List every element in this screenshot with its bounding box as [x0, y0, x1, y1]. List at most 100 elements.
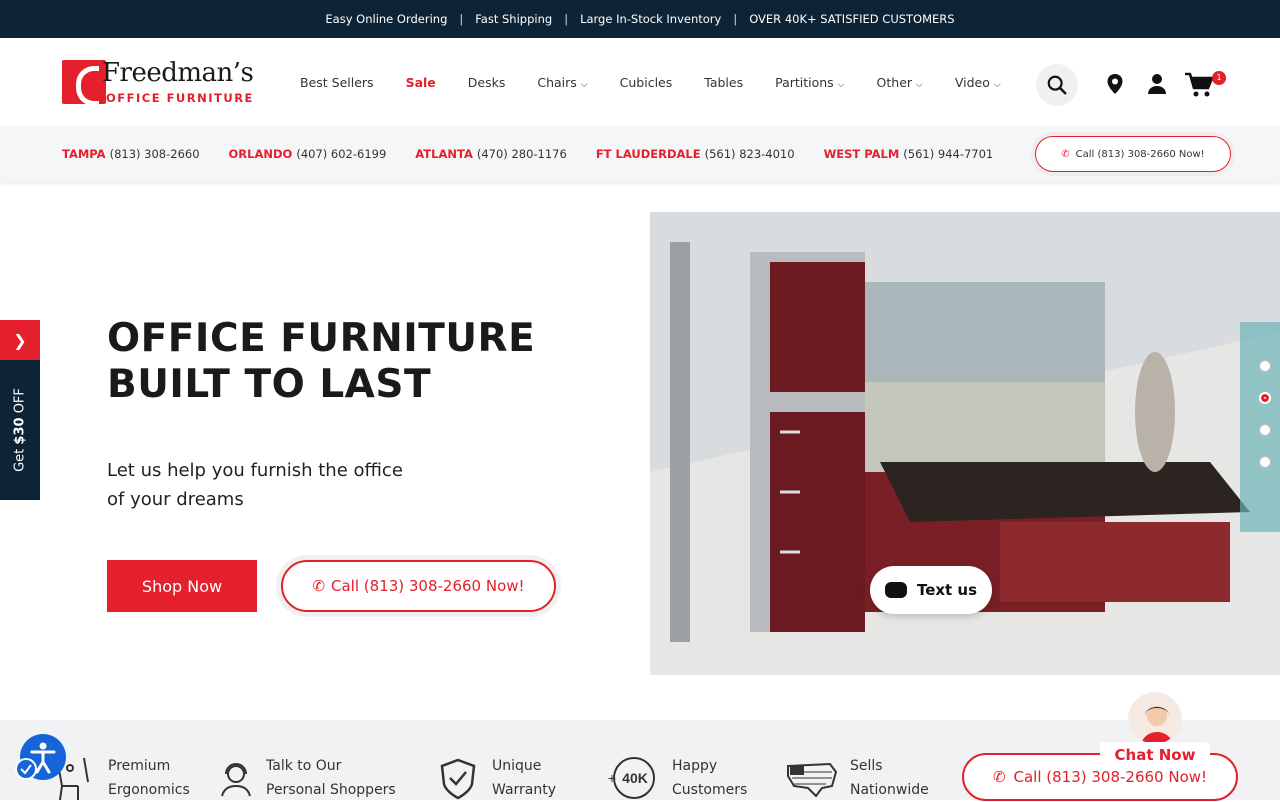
- call-label: Call (813) 308-2660 Now!: [331, 577, 525, 595]
- feature-text: Premium Ergonomics: [108, 754, 190, 802]
- call-label: Call (813) 308-2660 Now!: [1013, 768, 1208, 786]
- discount-suffix: OFF: [12, 388, 28, 418]
- location-city: ORLANDO: [228, 147, 293, 161]
- hero-title-line1: OFFICE FURNITURE: [107, 316, 536, 361]
- feature-text: Talk to Our Personal Shoppers: [266, 754, 396, 802]
- feature-warranty: Unique Warranty: [436, 754, 556, 802]
- nav-video[interactable]: Video ⌵: [955, 75, 1001, 90]
- location-west-palm[interactable]: WEST PALM (561) 944-7701: [824, 147, 994, 161]
- agent-avatar: [1128, 692, 1182, 746]
- header-call-button[interactable]: ✆ Call (813) 308-2660 Now!: [1035, 136, 1231, 172]
- nav-label: Best Sellers: [300, 74, 374, 90]
- chevron-down-icon: ⌵: [993, 79, 1001, 90]
- promo-item: Easy Online Ordering: [325, 12, 448, 26]
- slide-dot-3[interactable]: [1259, 424, 1271, 436]
- logo-subtitle: OFFICE FURNITURE: [106, 91, 254, 105]
- feature-line2: Warranty: [492, 782, 557, 798]
- search-icon: [1047, 75, 1067, 95]
- badge-40k-text: 40K: [622, 770, 648, 786]
- feature-line1: Happy: [672, 758, 718, 774]
- location-phone: (470) 280-1176: [476, 147, 567, 161]
- chevron-down-icon: ⌵: [837, 79, 845, 90]
- separator: |: [733, 12, 738, 26]
- feature-line1: Sells: [850, 758, 883, 774]
- separator: |: [459, 12, 464, 26]
- locations-list: TAMPA (813) 308-2660 ORLANDO (407) 602-619…: [62, 126, 1022, 182]
- location-orlando[interactable]: ORLANDO (407) 602-6199: [229, 147, 387, 161]
- agent-avatar-icon: [1130, 694, 1180, 744]
- text-us-button[interactable]: Text us: [870, 566, 992, 614]
- nav-label: Sale: [405, 74, 436, 90]
- slide-dot-1[interactable]: [1259, 360, 1271, 372]
- feature-line2: Nationwide: [850, 782, 929, 798]
- feature-nationwide: Sells Nationwide: [786, 754, 929, 802]
- usa-flag-map-icon: [787, 762, 838, 798]
- nav-label: Cubicles: [619, 74, 673, 90]
- promo-item: Large In-Stock Inventory: [580, 12, 722, 26]
- phone-icon: ✆: [1061, 148, 1070, 160]
- accessibility-check-icon: [15, 758, 37, 780]
- hero-call-button[interactable]: ✆ Call (813) 308-2660 Now!: [281, 560, 556, 612]
- slide-dot-2-active[interactable]: [1259, 392, 1271, 404]
- nav-label: Partitions: [775, 74, 834, 90]
- nav-chairs[interactable]: Chairs ⌵: [537, 75, 587, 90]
- location-phone: (813) 308-2660: [109, 147, 200, 161]
- call-label: Call (813) 308-2660 Now!: [1075, 148, 1205, 160]
- cart-icon[interactable]: [1184, 72, 1214, 98]
- promo-bar: Easy Online Ordering | Fast Shipping | L…: [0, 0, 1280, 38]
- search-button[interactable]: [1036, 64, 1078, 106]
- feature-line1: Talk to Our: [266, 758, 342, 774]
- nav-partitions[interactable]: Partitions ⌵: [775, 75, 844, 90]
- feature-text: Unique Warranty: [492, 754, 556, 802]
- nav-other[interactable]: Other ⌵: [877, 75, 923, 90]
- feature-text: Sells Nationwide: [850, 754, 929, 802]
- promo-item: Fast Shipping: [475, 12, 553, 26]
- shop-now-button[interactable]: Shop Now: [107, 560, 257, 612]
- discount-side-tab[interactable]: ❯ Get $30 OFF: [0, 320, 40, 500]
- text-us-label: Text us: [916, 581, 978, 599]
- discount-amount: $30: [12, 417, 28, 445]
- nav-tables[interactable]: Tables: [704, 75, 743, 90]
- nav-label: Desks: [467, 74, 506, 90]
- 40k-badge-icon: 40K +: [608, 757, 655, 799]
- phone-icon: ✆: [312, 577, 326, 595]
- locations-bar: TAMPA (813) 308-2660 ORLANDO (407) 602-619…: [0, 126, 1280, 182]
- location-city: TAMPA: [62, 147, 106, 161]
- feature-line2: Customers: [672, 782, 748, 798]
- logo[interactable]: Freedman’s OFFICE FURNITURE: [62, 58, 258, 108]
- location-tampa[interactable]: TAMPA (813) 308-2660: [62, 147, 200, 161]
- location-city: WEST PALM: [823, 147, 900, 161]
- feature-line1: Premium: [108, 758, 171, 774]
- feature-text: Happy Customers: [672, 754, 747, 802]
- chevron-down-icon: ⌵: [916, 79, 923, 90]
- phone-icon: ✆: [992, 768, 1006, 786]
- slide-dot-4[interactable]: [1259, 456, 1271, 468]
- nav-sale[interactable]: Sale: [406, 75, 436, 90]
- nav-label: Chairs: [537, 74, 577, 90]
- location-phone: (561) 944-7701: [903, 147, 994, 161]
- account-user-icon[interactable]: [1145, 72, 1169, 96]
- main-nav: Best Sellers Sale Desks Chairs ⌵ Cubicles…: [300, 38, 1033, 126]
- nav-label: Tables: [704, 74, 744, 90]
- location-city: ATLANTA: [415, 147, 473, 161]
- shield-check-icon: [440, 758, 476, 800]
- chat-bubble-icon: [884, 582, 907, 598]
- chevron-right-icon[interactable]: ❯: [0, 320, 40, 360]
- nav-cubicles[interactable]: Cubicles: [620, 75, 673, 90]
- feature-line1: Unique: [492, 758, 542, 774]
- chat-now-label: Chat Now: [1100, 742, 1210, 768]
- hero-title-line2: BUILT TO LAST: [107, 362, 432, 407]
- location-city: FT LAUDERDALE: [595, 147, 701, 161]
- nav-best-sellers[interactable]: Best Sellers: [300, 75, 374, 90]
- feature-personal-shoppers: Talk to Our Personal Shoppers: [218, 754, 396, 802]
- nav-desks[interactable]: Desks: [468, 75, 506, 90]
- location-phone: (561) 823-4010: [704, 147, 795, 161]
- chat-now-widget[interactable]: Chat Now: [1100, 692, 1210, 768]
- location-atlanta[interactable]: ATLANTA (470) 280-1176: [415, 147, 567, 161]
- cart-count-badge: 1: [1212, 71, 1226, 85]
- feature-ergonomics: Premium Ergonomics: [48, 754, 190, 802]
- location-pin-icon[interactable]: [1103, 72, 1127, 96]
- location-phone: (407) 602-6199: [296, 147, 387, 161]
- location-ft-lauderdale[interactable]: FT LAUDERDALE (561) 823-4010: [596, 147, 795, 161]
- feature-happy-customers: 40K + Happy Customers: [606, 754, 747, 802]
